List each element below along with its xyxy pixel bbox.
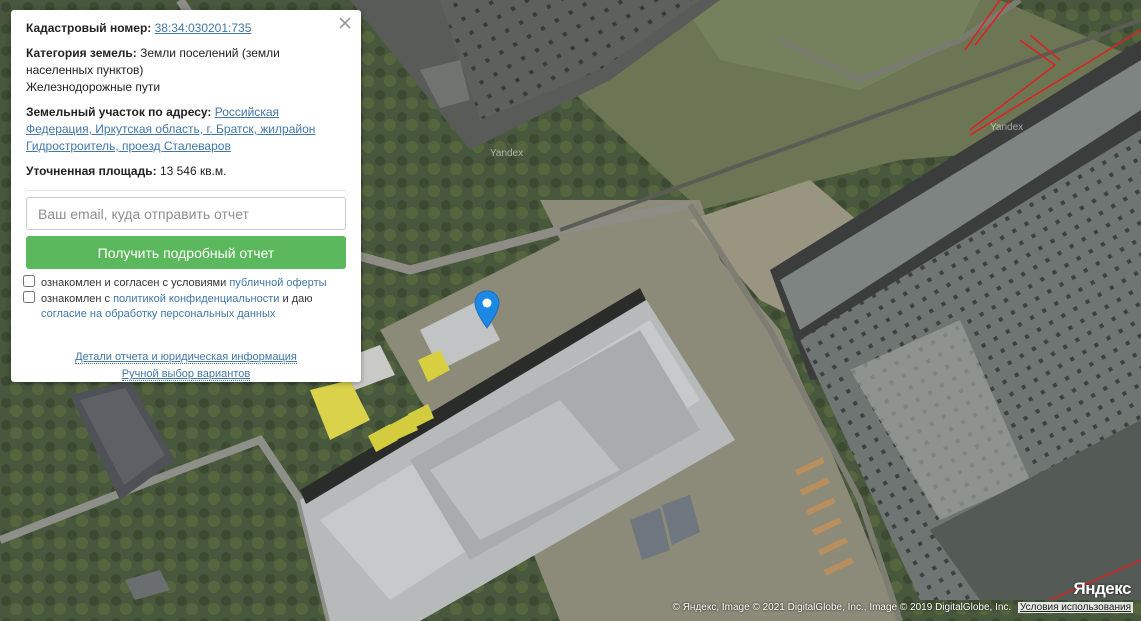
land-category-row: Категория земель: Земли поселений (земли… [26, 45, 346, 96]
public-offer-link[interactable]: публичной оферты [229, 277, 326, 289]
popup-footer-links: Детали отчета и юридическая информация Р… [26, 349, 346, 383]
yandex-logo: Яндекс [1073, 579, 1132, 598]
email-input[interactable] [26, 197, 346, 230]
cadastral-number-link[interactable]: 38:34:030201:735 [155, 21, 252, 35]
divider [26, 190, 346, 191]
personal-data-consent-link[interactable]: согласие на обработку персональных данны… [41, 307, 346, 322]
address-label: Земельный участок по адресу: [26, 105, 212, 119]
privacy-consent-text: ознакомлен с [41, 293, 111, 305]
copyright-text: © Яндекс, Image © 2021 DigitalGlobe, Inc… [672, 602, 1012, 613]
map-watermark: Yandex [990, 122, 1024, 133]
area-value: 13 546 кв.м. [159, 164, 227, 178]
land-usage-value: Железнодорожные пути [26, 80, 161, 94]
get-report-button[interactable]: Получить подробный отчет [26, 236, 346, 269]
privacy-consent-row: ознакомлен с политикой конфиденциальност… [23, 291, 346, 322]
privacy-policy-link[interactable]: политикой конфиденциальности [113, 293, 279, 305]
land-category-label: Категория земель: [26, 46, 137, 60]
area-label: Уточненная площадь: [26, 164, 157, 178]
cadastral-number-label: Кадастровый номер: [26, 21, 152, 35]
area-row: Уточненная площадь: 13 546 кв.м. [26, 163, 346, 180]
offer-consent-checkbox[interactable] [23, 275, 35, 287]
cadastral-info-popup: Кадастровый номер: 38:34:030201:735 Кате… [11, 10, 361, 382]
cadastral-number-row: Кадастровый номер: 38:34:030201:735 [26, 20, 346, 37]
privacy-consent-and: и даю [282, 293, 313, 305]
map-watermark: Yandex [490, 148, 524, 159]
location-marker-icon[interactable] [473, 290, 501, 330]
map-copyright: © Яндекс, Image © 2021 DigitalGlobe, Inc… [673, 602, 1133, 613]
offer-consent-row: ознакомлен и согласен с условиями публич… [23, 275, 346, 291]
close-icon[interactable] [337, 15, 353, 31]
address-row: Земельный участок по адресу: Российская … [26, 104, 346, 155]
terms-of-use-link[interactable]: Условия использования [1018, 602, 1133, 613]
manual-selection-link[interactable]: Ручной выбор вариантов [121, 368, 251, 381]
report-details-link[interactable]: Детали отчета и юридическая информация [75, 351, 297, 364]
offer-consent-text: ознакомлен и согласен с условиями [41, 277, 227, 289]
privacy-consent-checkbox[interactable] [23, 291, 35, 303]
